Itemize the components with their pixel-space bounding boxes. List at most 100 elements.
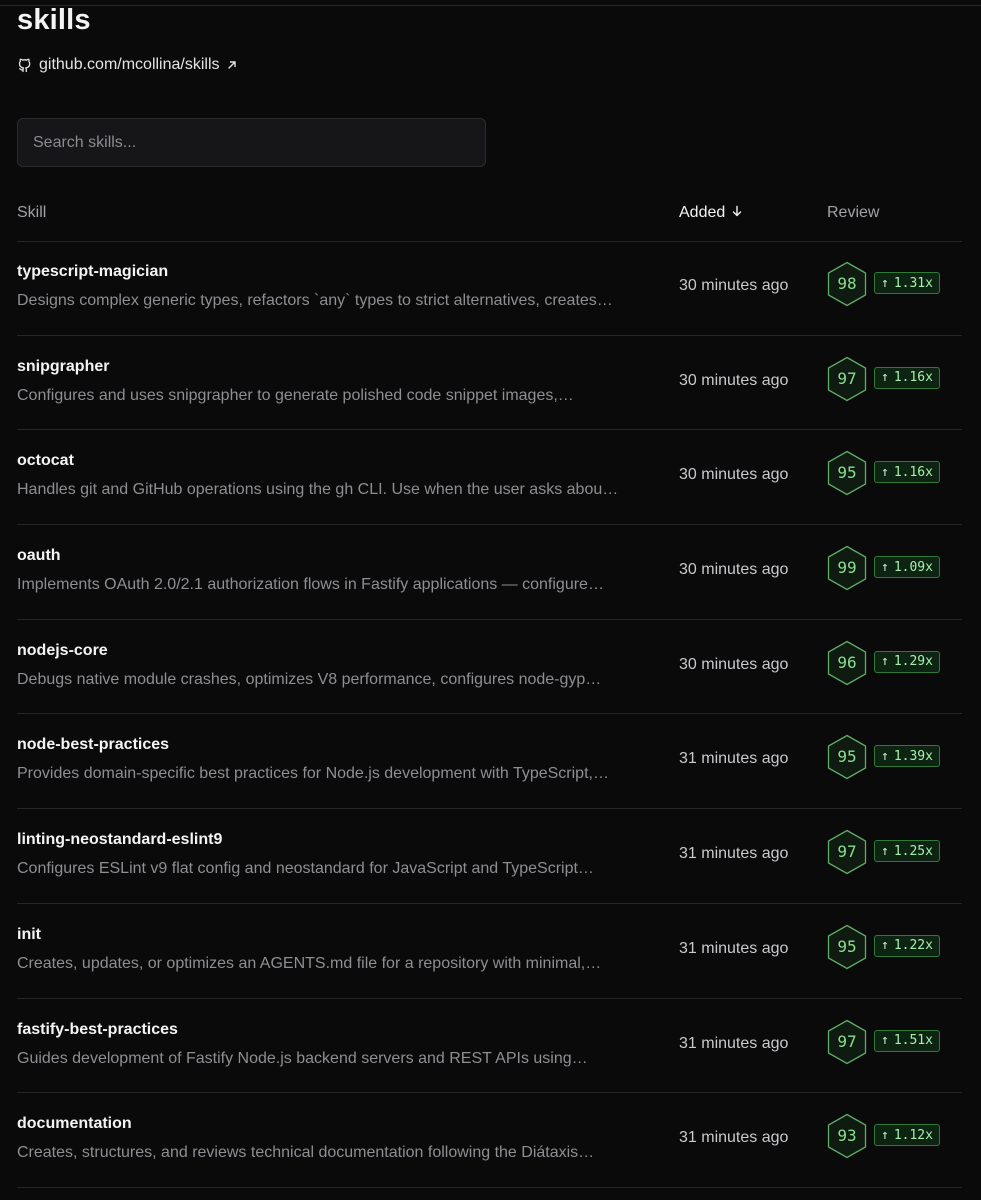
review-score-value: 97 xyxy=(837,1031,857,1051)
skill-name[interactable]: typescript-magician xyxy=(17,263,168,281)
improvement-badge: ↑ 1.16x xyxy=(874,366,940,389)
arrow-up-icon: ↑ xyxy=(881,370,889,386)
arrow-up-icon: ↑ xyxy=(881,843,889,859)
review-score-value: 97 xyxy=(837,368,857,388)
review-score-value: 97 xyxy=(837,842,857,862)
arrow-up-icon: ↑ xyxy=(881,559,889,575)
table-row[interactable]: fastify-best-practices Guides development… xyxy=(17,999,962,1094)
skill-name[interactable]: fastify-best-practices xyxy=(17,1021,178,1039)
skill-description: Guides development of Fastify Node.js ba… xyxy=(17,1049,588,1067)
review-score-value: 93 xyxy=(837,1126,857,1146)
added-time: 31 minutes ago xyxy=(679,1034,789,1052)
review-score-value: 95 xyxy=(837,463,857,483)
improvement-badge: ↑ 1.09x xyxy=(874,556,940,579)
skill-name[interactable]: node-best-practices xyxy=(17,736,169,754)
improvement-value: 1.25x xyxy=(893,843,933,859)
added-time: 31 minutes ago xyxy=(679,750,789,768)
arrow-up-icon: ↑ xyxy=(881,1127,889,1143)
skill-name[interactable]: octocat xyxy=(17,452,74,470)
table-row[interactable]: documentation Creates, structures, and re… xyxy=(17,1093,962,1188)
arrow-up-icon: ↑ xyxy=(881,938,889,954)
review-score: 97 xyxy=(826,1019,868,1065)
review-score: 95 xyxy=(826,734,868,780)
improvement-value: 1.16x xyxy=(893,370,933,386)
improvement-value: 1.29x xyxy=(893,654,933,670)
skill-description: Configures and uses snipgrapher to gener… xyxy=(17,386,574,404)
added-time: 30 minutes ago xyxy=(679,466,789,484)
skill-name[interactable]: init xyxy=(17,926,41,944)
repo-link-text: github.com/mcollina/skills xyxy=(39,56,220,73)
improvement-value: 1.39x xyxy=(893,748,933,764)
column-header-added-label: Added xyxy=(679,204,726,221)
review-score: 98 xyxy=(826,261,868,307)
table-row[interactable]: snipgrapher Configures and uses snipgraph… xyxy=(17,336,962,431)
improvement-badge: ↑ 1.39x xyxy=(874,745,940,768)
skill-description: Creates, structures, and reviews technic… xyxy=(17,1144,595,1162)
improvement-badge: ↑ 1.31x xyxy=(874,272,940,294)
table-row[interactable]: typescript-magician Designs complex gener… xyxy=(17,241,962,336)
skill-name[interactable]: linting-neostandard-eslint9 xyxy=(17,831,222,849)
column-header-skill: Skill xyxy=(17,204,47,221)
skill-description: Implements OAuth 2.0/2.1 authorization f… xyxy=(17,576,604,594)
skill-name[interactable]: nodejs-core xyxy=(17,642,108,660)
skill-name[interactable]: documentation xyxy=(17,1115,132,1133)
github-icon xyxy=(17,57,33,73)
review-score: 95 xyxy=(826,450,868,496)
added-time: 31 minutes ago xyxy=(679,939,789,957)
skill-description: Debugs native module crashes, optimizes … xyxy=(17,670,602,688)
arrow-up-icon: ↑ xyxy=(881,654,889,670)
improvement-value: 1.51x xyxy=(893,1033,933,1048)
arrow-down-icon xyxy=(731,204,743,222)
skill-name[interactable]: oauth xyxy=(17,547,61,565)
table-row[interactable]: node-best-practices Provides domain-speci… xyxy=(17,714,962,810)
table-row[interactable]: nodejs-core Debugs native module crashes,… xyxy=(17,620,962,715)
review-score-value: 99 xyxy=(837,558,857,578)
table-header: Skill Added Review xyxy=(17,188,962,242)
improvement-value: 1.31x xyxy=(893,275,933,291)
improvement-badge: ↑ 1.22x xyxy=(874,934,940,957)
skill-name[interactable]: snipgrapher xyxy=(17,358,109,376)
search-input[interactable] xyxy=(17,118,486,167)
arrow-up-icon: ↑ xyxy=(881,1033,889,1048)
skill-description: Provides domain-specific best practices … xyxy=(17,765,609,783)
skill-description: Designs complex generic types, refactors… xyxy=(17,292,613,309)
improvement-badge: ↑ 1.25x xyxy=(874,840,940,863)
review-score: 96 xyxy=(826,640,868,686)
review-score: 95 xyxy=(826,924,868,970)
skill-description: Creates, updates, or optimizes an AGENTS… xyxy=(17,954,602,972)
added-time: 31 minutes ago xyxy=(679,845,789,863)
improvement-badge: ↑ 1.16x xyxy=(874,461,940,484)
column-header-review: Review xyxy=(827,204,880,221)
improvement-value: 1.22x xyxy=(893,938,933,954)
improvement-value: 1.09x xyxy=(893,559,933,575)
skill-description: Handles git and GitHub operations using … xyxy=(17,481,619,499)
page-title: skills xyxy=(17,4,91,36)
skill-description: Configures ESLint v9 flat config and neo… xyxy=(17,860,594,878)
review-score-value: 98 xyxy=(837,274,857,293)
added-time: 30 minutes ago xyxy=(679,371,789,389)
table-row[interactable]: init Creates, updates, or optimizes an AG… xyxy=(17,904,962,999)
table-row[interactable]: octocat Handles git and GitHub operations… xyxy=(17,430,962,526)
improvement-badge: ↑ 1.29x xyxy=(874,650,940,673)
improvement-badge: ↑ 1.51x xyxy=(874,1029,940,1052)
review-score-value: 96 xyxy=(837,652,857,672)
skills-table-body: typescript-magician Designs complex gener… xyxy=(17,241,962,1188)
added-time: 30 minutes ago xyxy=(679,655,789,673)
review-score: 97 xyxy=(826,829,868,875)
arrow-up-icon: ↑ xyxy=(881,464,889,480)
review-score: 99 xyxy=(826,545,868,591)
table-row[interactable]: linting-neostandard-eslint9 Configures ES… xyxy=(17,809,962,904)
external-link-icon xyxy=(226,59,238,71)
added-time: 31 minutes ago xyxy=(679,1129,789,1147)
arrow-up-icon: ↑ xyxy=(881,275,889,291)
table-row[interactable]: oauth Implements OAuth 2.0/2.1 authorizat… xyxy=(17,525,962,620)
review-score-value: 95 xyxy=(837,747,857,767)
review-score: 93 xyxy=(826,1113,868,1159)
arrow-up-icon: ↑ xyxy=(881,748,889,764)
column-header-added[interactable]: Added xyxy=(679,204,743,222)
improvement-badge: ↑ 1.12x xyxy=(874,1124,940,1147)
repo-link[interactable]: github.com/mcollina/skills xyxy=(17,56,238,74)
added-time: 30 minutes ago xyxy=(679,277,789,294)
top-divider xyxy=(0,5,981,6)
improvement-value: 1.12x xyxy=(893,1127,933,1143)
